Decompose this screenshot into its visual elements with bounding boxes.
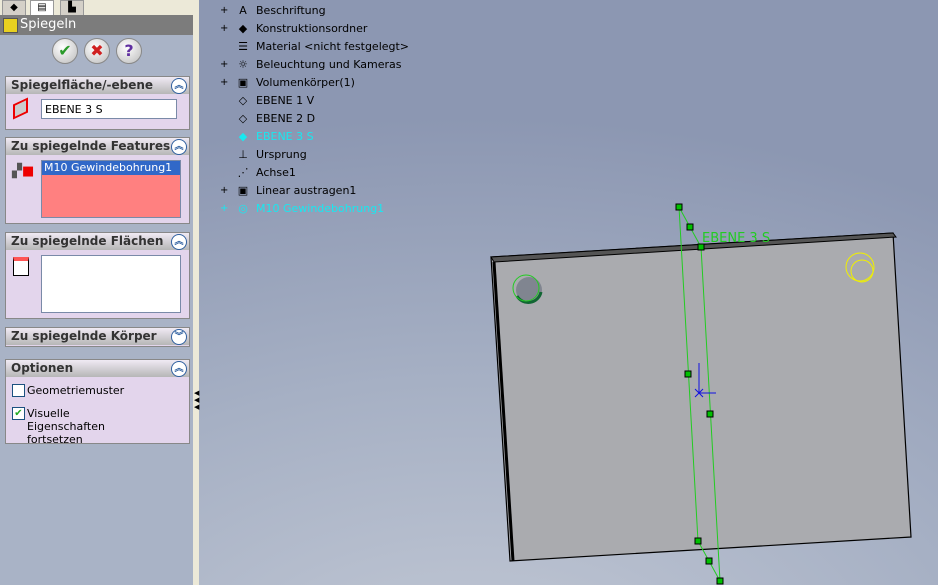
collapse-icon[interactable]: ︽	[171, 78, 187, 94]
plane-icon	[13, 97, 28, 120]
tree-item-label: M10 Gewindebohrung1	[256, 202, 385, 215]
tree-item[interactable]: ◇ EBENE 2 D	[220, 110, 409, 128]
origin-icon: ⊥	[238, 148, 248, 161]
expand-toggle[interactable]: +	[220, 20, 230, 38]
options-group: Optionen ︽ Geometriemuster ✔ Visuelle Eig…	[5, 359, 190, 446]
plane-icon: ◇	[238, 112, 248, 125]
tree-item-label: EBENE 2 D	[256, 112, 316, 125]
tree-item[interactable]: ◆ EBENE 3 S	[220, 128, 409, 146]
collapse-icon[interactable]: ︽	[171, 234, 187, 250]
features-group: Zu spiegelnde Features ︽ ▞■ M10 Gewindebo…	[5, 137, 190, 224]
tree-item-label: EBENE 1 V	[256, 94, 315, 107]
face-icon	[13, 257, 29, 276]
geometry-pattern-label: Geometriemuster	[27, 384, 125, 397]
expand-toggle[interactable]: +	[220, 56, 230, 74]
feature-tree[interactable]: + A Beschriftung + ◆ Konstruktionsordner ☰ Mate…	[220, 2, 409, 218]
ok-button[interactable]: ✔	[52, 38, 78, 64]
tree-item[interactable]: ◇ EBENE 1 V	[220, 92, 409, 110]
lighting-folder-icon: ☼	[238, 58, 248, 71]
plate-part[interactable]	[490, 232, 912, 562]
tree-item-label: Linear austragen1	[256, 184, 357, 197]
tree-item[interactable]: ⋰ Achse1	[220, 164, 409, 182]
configuration-manager-tab[interactable]: ▙	[60, 0, 84, 16]
plane-label: EBENE 3 S	[702, 231, 770, 246]
tree-item-label: Volumenkörper(1)	[256, 76, 355, 89]
features-list[interactable]: M10 Gewindebohrung1	[41, 160, 181, 218]
tree-item-label: Konstruktionsordner	[256, 22, 368, 35]
group-header: Zu spiegelnde Flächen	[11, 234, 164, 248]
panel-splitter[interactable]: ◀ ◀ ◀	[193, 0, 199, 585]
hole-wizard-icon: ◎	[238, 202, 248, 215]
expand-toggle[interactable]: +	[220, 200, 230, 218]
solid-bodies-folder-icon: ▣	[237, 76, 249, 89]
faces-group: Zu spiegelnde Flächen ︽	[5, 232, 190, 319]
plane-icon: ◇	[238, 94, 248, 107]
panel-title: Spiegeln	[20, 17, 77, 32]
plane-selected-icon: ◆	[238, 130, 248, 143]
group-header: Zu spiegelnde Körper	[11, 329, 157, 343]
collapse-icon[interactable]: ︽	[171, 361, 187, 377]
expand-icon[interactable]: ︾	[171, 329, 187, 345]
tree-item[interactable]: + ◎ M10 Gewindebohrung1	[220, 200, 409, 218]
property-manager-tab[interactable]: ▤	[30, 0, 54, 16]
group-header: Zu spiegelnde Features	[11, 139, 171, 153]
features-icon: ▞■	[12, 164, 35, 179]
tree-item[interactable]: + ▣ Linear austragen1	[220, 182, 409, 200]
tree-item-label: EBENE 3 S	[256, 130, 314, 143]
tree-item[interactable]: + ☼ Beleuchtung und Kameras	[220, 56, 409, 74]
propagate-visual-label: Visuelle Eigenschaften fortsetzen	[27, 407, 105, 446]
annotation-folder-icon: A	[239, 4, 247, 17]
mirror-icon	[3, 18, 18, 33]
bodies-group: Zu spiegelnde Körper ︾	[5, 327, 190, 347]
group-header: Spiegelfläche/-ebene	[11, 78, 154, 92]
property-manager: ◆ ▤ ▙ Spiegeln ✔ ✖ ? Spiegelfläche/-eben…	[0, 0, 194, 585]
geometry-pattern-checkbox[interactable]	[12, 384, 25, 397]
propagate-visual-checkbox[interactable]: ✔	[12, 407, 25, 420]
tree-item-label: Material <nicht festgelegt>	[256, 40, 410, 53]
list-item[interactable]: M10 Gewindebohrung1	[42, 161, 180, 175]
expand-toggle[interactable]: +	[220, 182, 230, 200]
expand-toggle[interactable]: +	[220, 74, 230, 92]
tree-item[interactable]: + ◆ Konstruktionsordner	[220, 20, 409, 38]
tree-item-label: Achse1	[256, 166, 296, 179]
expand-toggle[interactable]: +	[220, 2, 230, 20]
design-folder-icon: ◆	[238, 22, 248, 35]
material-icon: ☰	[238, 40, 248, 53]
extrude-icon: ▣	[237, 184, 249, 197]
tree-item[interactable]: + A Beschriftung	[220, 2, 409, 20]
tree-item-label: Beschriftung	[256, 4, 326, 17]
feature-manager-tab[interactable]: ◆	[2, 0, 26, 16]
collapse-icon[interactable]: ︽	[171, 139, 187, 155]
tree-item[interactable]: + ▣ Volumenkörper(1)	[220, 74, 409, 92]
tree-item[interactable]: ☰ Material <nicht festgelegt>	[220, 38, 409, 56]
tree-item-label: Beleuchtung und Kameras	[256, 58, 402, 71]
tree-item[interactable]: ⊥ Ursprung	[220, 146, 409, 164]
mirror-plane-group: Spiegelfläche/-ebene ︽ EBENE 3 S	[5, 76, 190, 130]
cancel-button[interactable]: ✖	[84, 38, 110, 64]
faces-list[interactable]	[41, 255, 181, 313]
group-header: Optionen	[11, 361, 74, 375]
tree-item-label: Ursprung	[256, 148, 307, 161]
help-button[interactable]: ?	[116, 38, 142, 64]
mirror-plane-field[interactable]: EBENE 3 S	[41, 99, 177, 119]
axis-icon: ⋰	[237, 166, 249, 179]
